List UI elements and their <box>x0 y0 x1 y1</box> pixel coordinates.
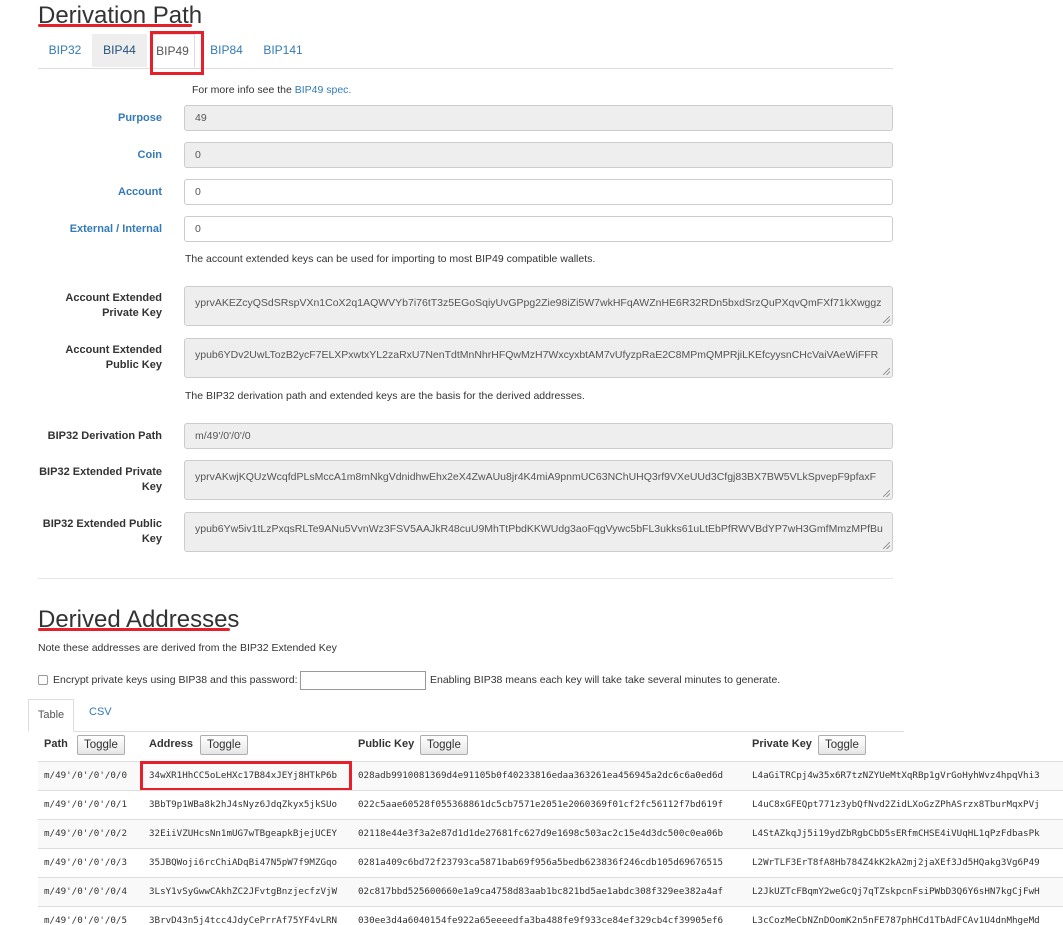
bip32-extended-public-key-field[interactable]: ypub6Yw5iv1tLzPxqsRLTe9ANu5VvnWz3FSV5AAJ… <box>184 512 893 552</box>
account-extended-private-key-label: Account Extended Private Key <box>65 292 162 319</box>
bip32-extended-private-key-label: BIP32 Extended Private Key <box>39 466 162 493</box>
row-path: m/49'/0'/0'/0/0 <box>44 770 127 781</box>
public-key-toggle-button[interactable]: Toggle <box>420 735 468 755</box>
table-row: m/49'/0'/0'/0/4 3LsY1vSyGwwCAkhZC2JFvtgB… <box>38 877 1063 907</box>
row-private-key: L4uC8xGFEQpt771z3ybQfNvd2ZidLXoGzZPhASrz… <box>752 799 1040 810</box>
output-tabs <box>28 699 904 732</box>
account-extended-private-key-field[interactable]: yprvAKEZcyQSdSRspVXn1CoX2q1AQWVYb7i76tT3… <box>184 286 893 326</box>
bip49-spec-link[interactable]: BIP49 spec. <box>295 84 352 96</box>
resize-grip-icon[interactable] <box>883 368 890 375</box>
account-input[interactable]: 0 <box>184 179 893 205</box>
bip32-xpub-value: ypub6Yw5iv1tLzPxqsRLTe9ANu5VvnWz3FSV5AAJ… <box>195 523 883 535</box>
bip38-label: Encrypt private keys using BIP38 and thi… <box>53 674 298 686</box>
bip38-note: Enabling BIP38 means each key will take … <box>430 674 781 686</box>
row-public-key: 0281a409c6bd72f23793ca5871bab69f956a5bed… <box>358 857 724 868</box>
resize-grip-icon[interactable] <box>883 490 890 497</box>
row-address: 35JBQWoji6rcChiADqBi47N5pW7f9MZGqo <box>149 857 338 868</box>
title-underline <box>38 628 230 631</box>
row-private-key: L2WrTLF3ErT8fA8Hb784Z4kK2kA2mj2jaXEf3Jd5… <box>752 857 1040 868</box>
tab-table[interactable]: Table <box>28 699 74 732</box>
row-private-key: L4aGiTRCpj4w35x6R7tzNZYUeMtXqRBp1gVrGoHy… <box>752 770 1040 781</box>
path-header: Path <box>44 738 68 750</box>
external-internal-label[interactable]: External / Internal <box>22 222 162 237</box>
info-prefix: For more info see the <box>192 84 295 96</box>
tab-highlight-box <box>150 31 204 75</box>
table-row: m/49'/0'/0'/0/2 32EiiVZUHcsNn1mUG7wTBgea… <box>38 819 1063 849</box>
row-address: 32EiiVZUHcsNn1mUG7wTBgeapkBjejUCEY <box>149 828 338 839</box>
table-row: m/49'/0'/0'/0/1 3BbT9p1WBa8k2hJ4sNyz6Jdq… <box>38 790 1063 820</box>
row-public-key: 02c817bbd525600660e1a9ca4758d83aab1bc821… <box>358 886 724 897</box>
path-toggle-button[interactable]: Toggle <box>77 735 125 755</box>
coin-field: 0 <box>184 142 893 168</box>
bip32-xprv-value: yprvAKwjKQUzWcqfdPLsMccA1m8mNkgVdnidhwEh… <box>195 471 877 483</box>
row-address: 3LsY1vSyGwwCAkhZC2JFvtgBnzjecfzVjW <box>149 886 338 897</box>
row-public-key: 022c5aae60528f055368861dc5cb7571e2051e20… <box>358 799 724 810</box>
address-highlight-box <box>140 761 352 791</box>
tab-bip32[interactable]: BIP32 <box>38 34 92 67</box>
table-row: m/49'/0'/0'/0/5 3BrvD43n5j4tcc4JdyCePrrA… <box>38 906 1063 925</box>
purpose-label[interactable]: Purpose <box>22 111 162 126</box>
section-divider <box>38 578 893 579</box>
row-path: m/49'/0'/0'/0/3 <box>44 857 127 868</box>
account-label[interactable]: Account <box>22 185 162 200</box>
row-path: m/49'/0'/0'/0/1 <box>44 799 127 810</box>
bip38-checkbox[interactable] <box>38 675 48 685</box>
row-private-key: L2JkUZTcFBqmY2weGcQj7qTZskpcnFsiPWbD3Q6Y… <box>752 886 1040 897</box>
private-key-toggle-button[interactable]: Toggle <box>818 735 866 755</box>
resize-grip-icon[interactable] <box>883 542 890 549</box>
account-keys-note: The account extended keys can be used fo… <box>185 253 596 265</box>
tab-csv[interactable]: CSV <box>89 706 112 718</box>
bip32-extended-private-key-field[interactable]: yprvAKwjKQUzWcqfdPLsMccA1m8mNkgVdnidhwEh… <box>184 460 893 500</box>
bip49-info: For more info see the BIP49 spec. <box>192 84 351 96</box>
bip32-derivation-path-label: BIP32 Derivation Path <box>47 430 162 442</box>
account-xprv-value: yprvAKEZcyQSdSRspVXn1CoX2q1AQWVYb7i76tT3… <box>195 297 882 309</box>
tab-bip141[interactable]: BIP141 <box>258 34 308 67</box>
account-xpub-value: ypub6YDv2UwLTozB2ycF7ELXPxwtxYL2zaRxU7Ne… <box>195 349 879 361</box>
address-header: Address <box>149 738 194 750</box>
tab-bip44[interactable]: BIP44 <box>92 34 147 67</box>
row-public-key: 02118e44e3f3a2e87d1d1de27681fc627d9e1698… <box>358 828 724 839</box>
resize-grip-icon[interactable] <box>883 316 890 323</box>
row-address: 3BbT9p1WBa8k2hJ4sNyz6JdqZkyx5jkSUo <box>149 799 338 810</box>
bip32-note: The BIP32 derivation path and extended k… <box>185 390 585 402</box>
address-toggle-button[interactable]: Toggle <box>200 735 248 755</box>
bip32-extended-public-key-label: BIP32 Extended Public Key <box>42 518 162 545</box>
bip32-derivation-path-field: m/49'/0'/0'/0 <box>184 423 893 449</box>
account-extended-public-key-field[interactable]: ypub6YDv2UwLTozB2ycF7ELXPxwtxYL2zaRxU7Ne… <box>184 338 893 378</box>
private-key-header: Private Key <box>752 738 812 750</box>
bip38-password-input[interactable] <box>300 671 426 690</box>
derived-note: Note these addresses are derived from th… <box>38 642 337 654</box>
row-public-key: 028adb9910081369d4e91105b0f40233816edaa3… <box>358 770 724 781</box>
tab-bip84[interactable]: BIP84 <box>204 34 249 67</box>
purpose-field: 49 <box>184 105 893 131</box>
coin-label[interactable]: Coin <box>22 148 162 163</box>
row-private-key: L4StAZkqJj5i19ydZbRgbCbD5sERfmCHSE4iVUqH… <box>752 828 1040 839</box>
row-path: m/49'/0'/0'/0/2 <box>44 828 127 839</box>
table-row: m/49'/0'/0'/0/3 35JBQWoji6rcChiADqBi47N5… <box>38 848 1063 878</box>
account-extended-public-key-label: Account Extended Public Key <box>65 344 162 371</box>
external-internal-input[interactable]: 0 <box>184 216 893 242</box>
title-underline <box>38 24 192 27</box>
row-path: m/49'/0'/0'/0/4 <box>44 886 127 897</box>
public-key-header: Public Key <box>358 738 415 750</box>
